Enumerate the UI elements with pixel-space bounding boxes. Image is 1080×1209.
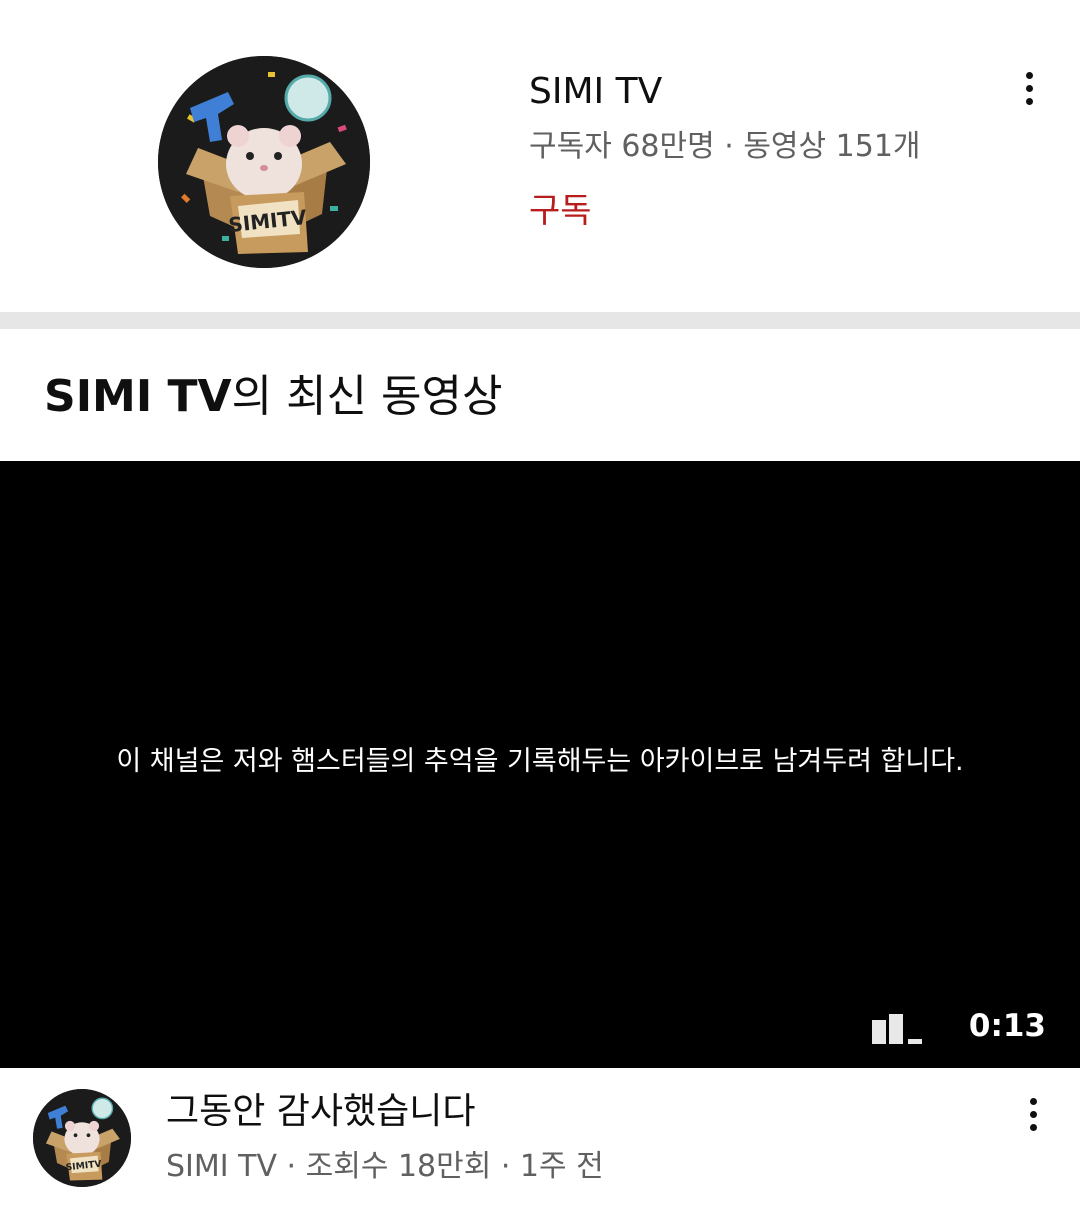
video-item[interactable]: SIMITV 그동안 감사했습니다 SIMI TV · 조회수 18만회 · 1… (0, 1068, 1080, 1209)
channel-header: SIMITV SIMI TV 구독자 68만명 · 동영상 151개 구독 (0, 0, 1080, 312)
more-vert-icon[interactable] (1009, 58, 1049, 118)
video-duration: 0:13 (968, 1008, 1046, 1044)
channel-avatar[interactable]: SIMITV (158, 56, 370, 268)
video-player[interactable]: 이 채널은 저와 햄스터들의 추억을 기록해두는 아카이브로 남겨두려 합니다.… (0, 461, 1080, 1068)
section-divider (0, 312, 1080, 329)
video-channel-avatar[interactable]: SIMITV (33, 1089, 131, 1187)
section-title: SIMI TV의 최신 동영상 (44, 368, 502, 426)
section-title-suffix: 의 최신 동영상 (231, 371, 503, 422)
section-title-channel: SIMI TV (44, 371, 232, 422)
bars-icon (872, 1014, 922, 1044)
player-overlay-text: 이 채널은 저와 햄스터들의 추억을 기록해두는 아카이브로 남겨두려 합니다. (116, 746, 964, 777)
hamster-box-logo: SIMITV (158, 56, 370, 268)
video-meta: SIMI TV · 조회수 18만회 · 1주 전 (166, 1149, 604, 1184)
video-title: 그동안 감사했습니다 (166, 1091, 476, 1132)
hamster-box-logo: SIMITV (33, 1089, 131, 1187)
subscribe-button[interactable]: 구독 (529, 188, 592, 234)
more-vert-icon[interactable] (1013, 1084, 1053, 1144)
channel-stats: 구독자 68만명 · 동영상 151개 (529, 129, 921, 164)
channel-name: SIMI TV (529, 71, 663, 112)
